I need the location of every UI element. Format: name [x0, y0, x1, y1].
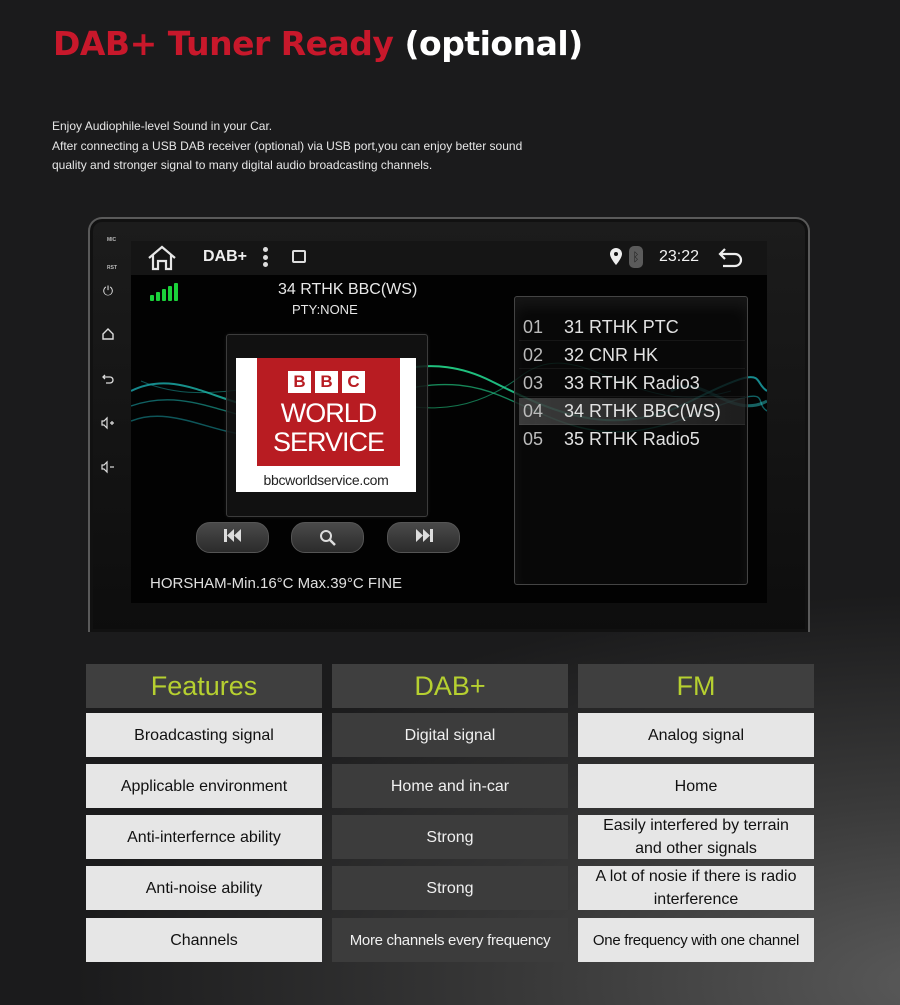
table-cell-fm: Easily interfered by terrain and other s…	[578, 815, 814, 859]
station-index: 05	[523, 429, 544, 449]
table-cell-dab: Home and in-car	[332, 764, 568, 808]
intro-line: quality and stronger signal to many digi…	[52, 158, 433, 172]
station-item[interactable]: 01 31 RTHK PTC	[519, 314, 745, 341]
station-index: 02	[523, 345, 544, 365]
back-icon[interactable]	[100, 372, 116, 388]
home-icon[interactable]	[146, 245, 178, 276]
title-optional: (optional)	[404, 24, 583, 63]
table-cell-feature: Channels	[86, 918, 322, 962]
station-item[interactable]: 05 35 RTHK Radio5	[519, 426, 745, 453]
bbc-block: C	[342, 371, 365, 393]
next-button[interactable]	[387, 522, 460, 553]
back-icon[interactable]	[717, 246, 745, 273]
intro-text: Enjoy Audiophile-level Sound in your Car…	[52, 117, 612, 176]
status-bar: DAB+ ᛒ 23:22	[131, 241, 767, 275]
title-red: DAB+ Tuner Ready	[53, 24, 394, 63]
station-name: 35 RTHK Radio5	[564, 429, 700, 449]
pty-label: PTY:NONE	[292, 302, 358, 317]
previous-button[interactable]	[196, 522, 269, 553]
station-list: 01 31 RTHK PTC 02 32 CNR HK 03 33 RTHK R…	[514, 296, 748, 585]
station-index: 03	[523, 373, 544, 393]
table-cell-fm: Home	[578, 764, 814, 808]
station-item[interactable]: 02 32 CNR HK	[519, 342, 745, 369]
more-menu-icon[interactable]	[263, 247, 269, 270]
bluetooth-icon: ᛒ	[629, 246, 643, 268]
table-cell-dab: Digital signal	[332, 713, 568, 757]
table-cell-dab: Strong	[332, 866, 568, 910]
intro-line: Enjoy Audiophile-level Sound in your Car…	[52, 119, 273, 133]
logo-url: bbcworldservice.com	[263, 472, 389, 488]
volume-down-icon[interactable]	[100, 460, 116, 476]
table-header-fm: FM	[578, 664, 814, 708]
side-buttons: MIC RST ⏻	[90, 219, 130, 632]
logo-world: WORLD	[280, 398, 378, 428]
search-button[interactable]	[291, 522, 364, 553]
signal-strength-icon	[150, 283, 178, 301]
station-item[interactable]: 03 33 RTHK Radio3	[519, 370, 745, 397]
station-name: 32 CNR HK	[564, 345, 659, 365]
search-icon	[319, 529, 337, 546]
station-name: 31 RTHK PTC	[564, 317, 679, 337]
table-cell-dab: More channels every frequency	[332, 918, 568, 962]
table-header-dab: DAB+	[332, 664, 568, 708]
table-cell-feature: Broadcasting signal	[86, 713, 322, 757]
power-icon[interactable]: ⏻	[100, 283, 116, 299]
head-unit-device: MIC RST ⏻ DAB+ ᛒ 23:22 34 RTHK BBC(WS) P…	[88, 217, 810, 632]
volume-up-icon[interactable]	[100, 416, 116, 432]
table-cell-feature: Anti-noise ability	[86, 866, 322, 910]
table-cell-fm: Analog signal	[578, 713, 814, 757]
screen: DAB+ ᛒ 23:22 34 RTHK BBC(WS) PTY:NONE B …	[131, 241, 767, 603]
app-title: DAB+	[203, 248, 248, 265]
location-pin-icon	[610, 248, 622, 270]
station-index: 01	[523, 317, 544, 337]
table-cell-feature: Applicable environment	[86, 764, 322, 808]
station-index: 04	[523, 401, 544, 421]
now-playing-station: 34 RTHK BBC(WS)	[278, 281, 418, 298]
table-cell-feature: Anti-interfernce ability	[86, 815, 322, 859]
rst-label[interactable]: RST	[107, 265, 117, 271]
table-cell-fm: One frequency with one channel	[578, 918, 814, 962]
skip-previous-icon	[223, 529, 243, 546]
intro-line: After connecting a USB DAB receiver (opt…	[52, 138, 523, 153]
bbc-logo: B B C WORLD SERVICE	[257, 358, 400, 466]
table-cell-fm: A lot of nosie if there is radio interfe…	[578, 866, 814, 910]
gallery-icon[interactable]	[292, 250, 306, 263]
bbc-block: B	[288, 371, 311, 393]
table-header-features: Features	[86, 664, 322, 708]
page-title: DAB+ Tuner Ready (optional)	[53, 24, 583, 63]
station-name: 34 RTHK BBC(WS)	[564, 401, 721, 421]
logo-service: SERVICE	[272, 427, 385, 457]
skip-next-icon	[414, 529, 434, 546]
album-art: B B C WORLD SERVICE bbcworldservice.com	[236, 358, 416, 492]
table-cell-dab: Strong	[332, 815, 568, 859]
mic-label: MIC	[107, 237, 117, 243]
station-item-selected[interactable]: 04 34 RTHK BBC(WS)	[519, 398, 745, 425]
station-name: 33 RTHK Radio3	[564, 373, 700, 393]
weather-readout: HORSHAM-Min.16°C Max.39°C FINE	[150, 575, 403, 592]
clock: 23:22	[659, 248, 700, 265]
bbc-blocks: B B C	[288, 371, 365, 393]
home-icon[interactable]	[100, 327, 116, 343]
bbc-block: B	[315, 371, 338, 393]
